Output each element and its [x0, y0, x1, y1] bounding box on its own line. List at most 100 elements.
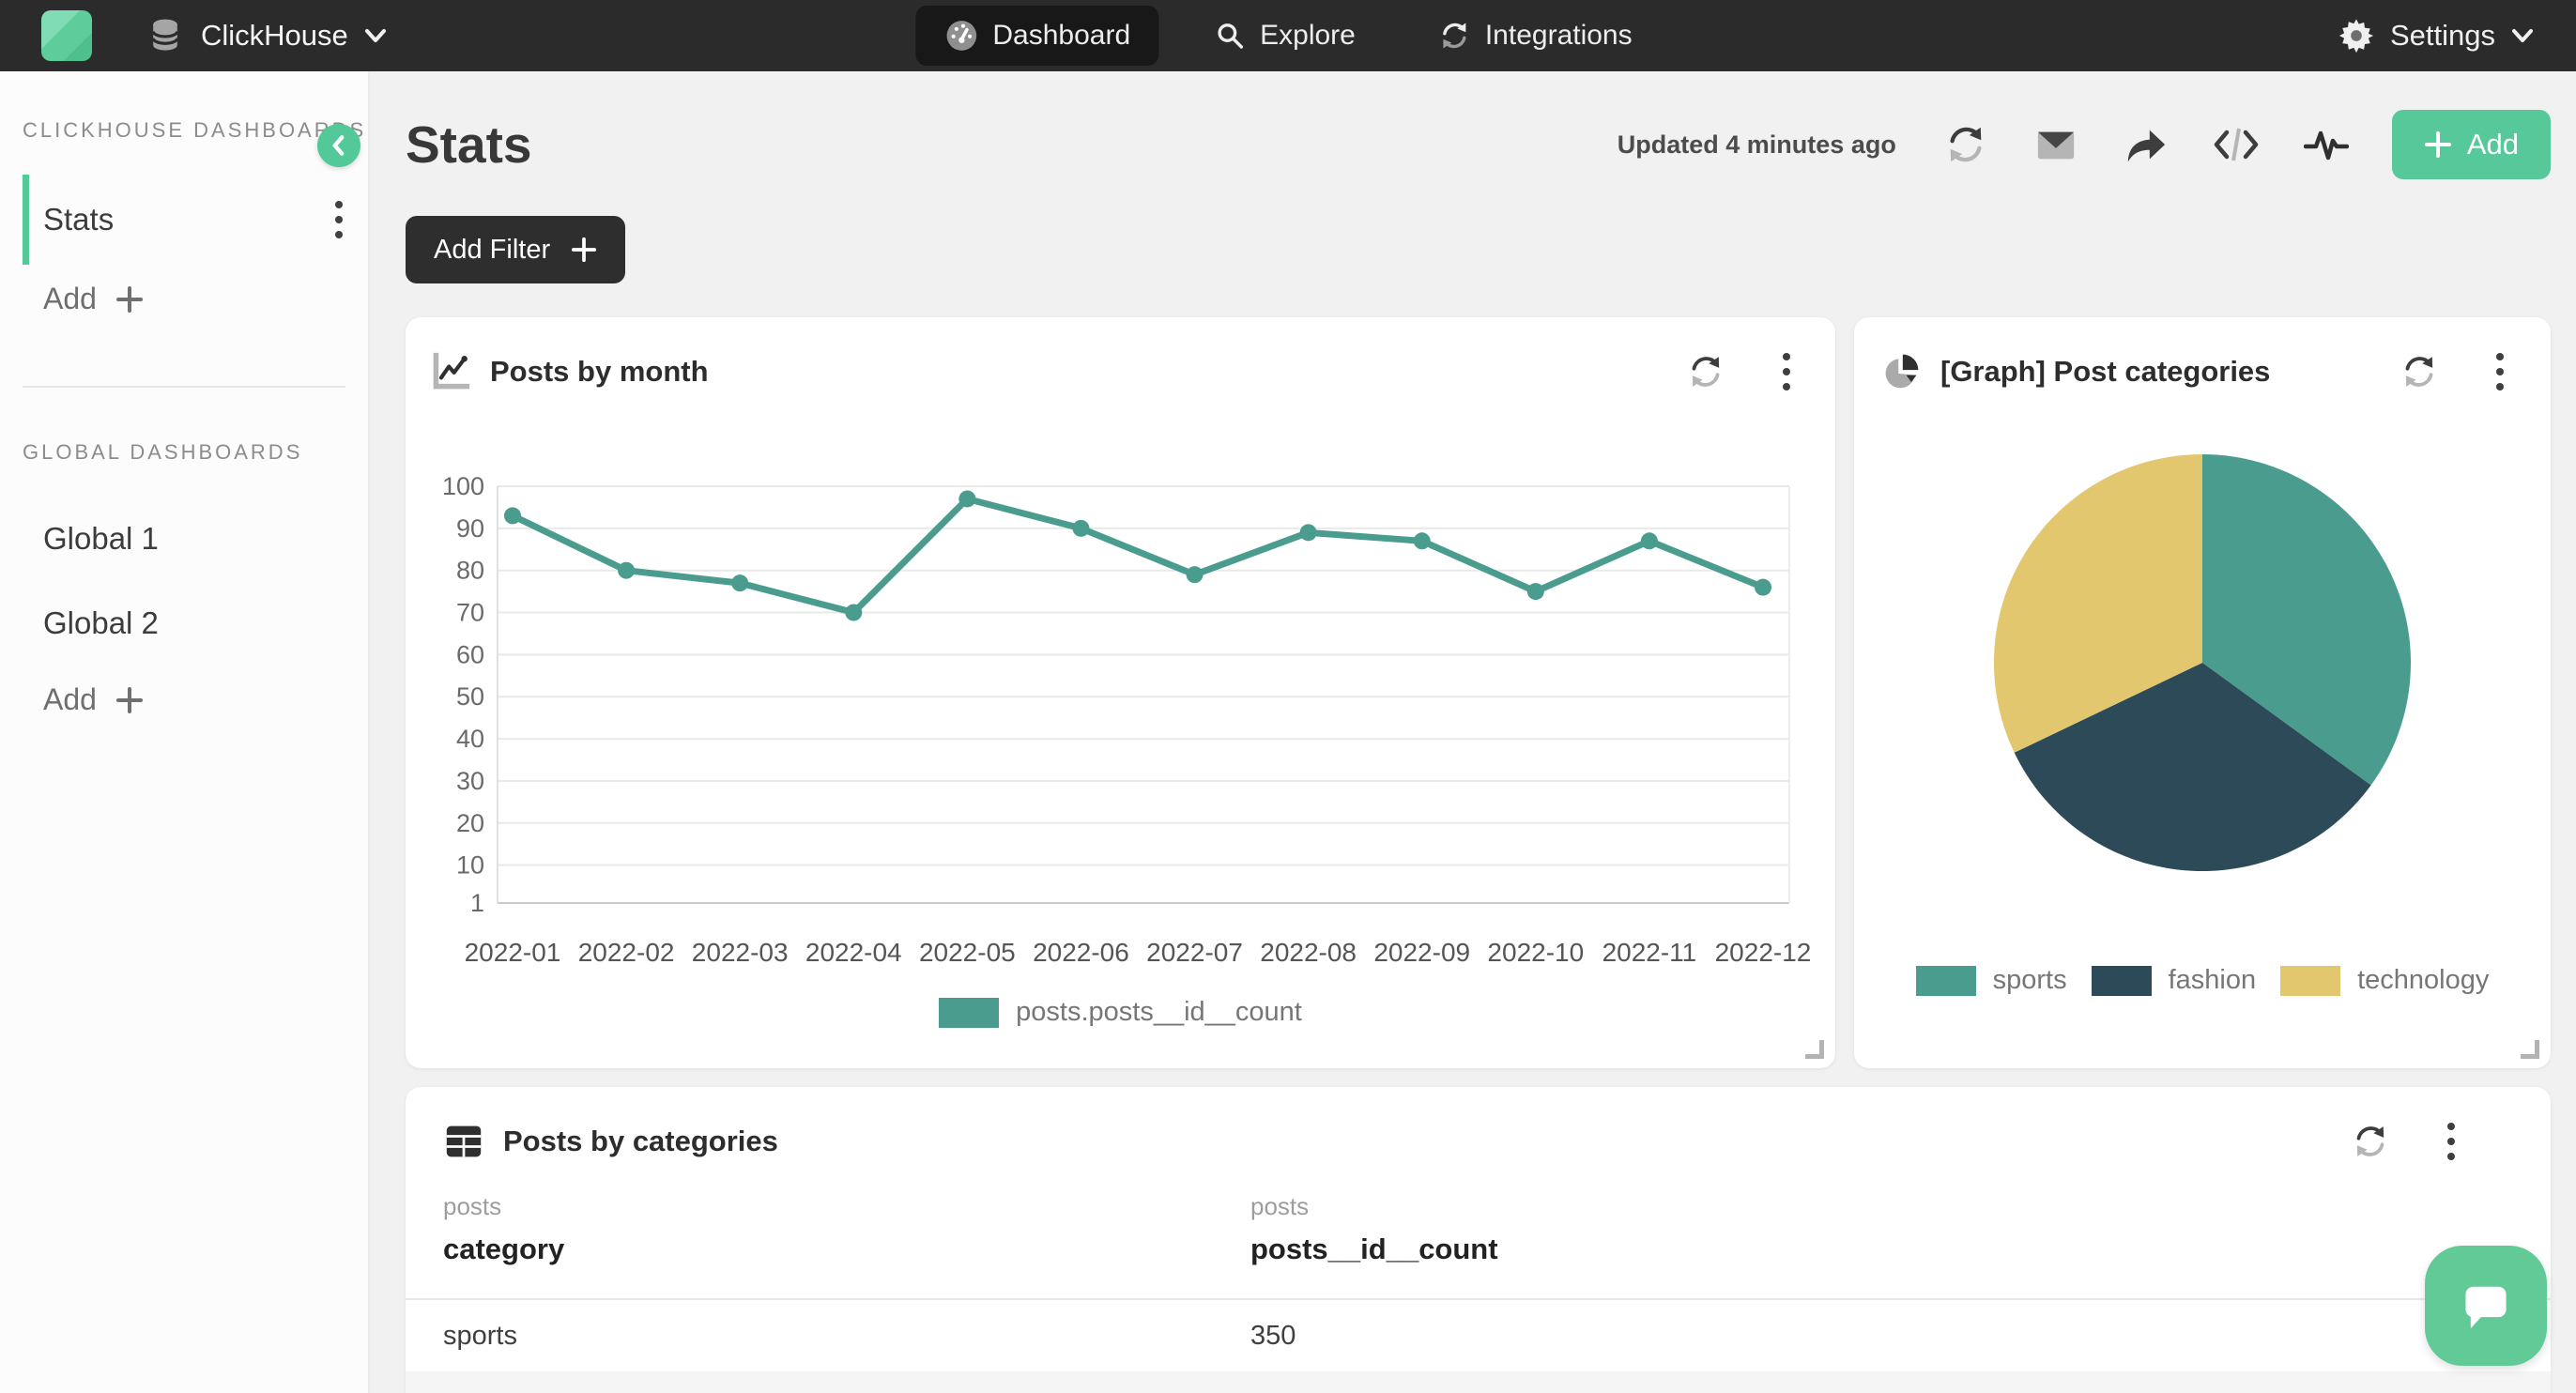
gauge-icon: [943, 18, 979, 54]
search-icon: [1213, 19, 1247, 53]
y-axis-tick: 40: [456, 725, 484, 753]
x-axis-tick: 2022-06: [1033, 938, 1129, 967]
kebab-menu-icon[interactable]: [1762, 347, 1811, 396]
legend-item-sports[interactable]: sports: [1916, 965, 2067, 996]
kebab-menu-icon[interactable]: [2427, 1117, 2476, 1166]
app-logo[interactable]: [41, 10, 92, 61]
tab-dashboard[interactable]: Dashboard: [915, 6, 1158, 66]
legend-item-posts-count[interactable]: posts.posts__id__count: [939, 997, 1302, 1028]
column-header-count[interactable]: posts__id__count: [1250, 1232, 2551, 1266]
tab-integrations[interactable]: Integrations: [1410, 6, 1661, 66]
data-point[interactable]: [504, 507, 521, 524]
sidebar-add-global-dashboard[interactable]: Add: [23, 666, 368, 734]
legend-swatch: [939, 998, 999, 1028]
email-icon[interactable]: [2032, 120, 2080, 169]
y-axis-tick: 70: [456, 599, 484, 627]
data-point[interactable]: [1414, 532, 1431, 549]
kebab-menu-icon[interactable]: [2476, 347, 2524, 396]
x-axis-tick: 2022-03: [692, 938, 789, 967]
sidebar-section-global: GLOBAL DASHBOARDS: [23, 440, 368, 465]
add-tile-button[interactable]: Add: [2392, 110, 2551, 179]
y-axis-tick: 100: [442, 472, 484, 500]
add-label: Add: [43, 682, 97, 717]
settings-menu[interactable]: Settings: [2338, 17, 2535, 54]
legend-item-technology[interactable]: technology: [2280, 965, 2489, 996]
data-point[interactable]: [618, 562, 635, 579]
sidebar-add-dashboard[interactable]: Add: [23, 265, 368, 333]
sidebar-section-clickhouse: CLICKHOUSE DASHBOARDS: [23, 118, 368, 143]
database-icon: [145, 15, 186, 56]
chat-bubble-icon: [2455, 1277, 2517, 1335]
y-axis-tick: 10: [456, 851, 484, 880]
tab-explore[interactable]: Explore: [1185, 6, 1384, 66]
add-filter-button[interactable]: Add Filter: [406, 216, 625, 283]
pie-chart-canvas[interactable]: [1880, 417, 2524, 927]
data-point[interactable]: [1300, 524, 1317, 541]
page-title: Stats: [406, 115, 532, 175]
y-axis-tick: 90: [456, 514, 484, 543]
sidebar-item-global-1[interactable]: Global 1: [23, 497, 368, 581]
table-cell-count: 350: [1213, 1321, 2551, 1352]
sidebar-item-label: Global 1: [43, 521, 159, 557]
y-axis-tick: 60: [456, 640, 484, 668]
sidebar-item-stats[interactable]: Stats: [23, 175, 368, 265]
data-point[interactable]: [731, 574, 748, 591]
chat-widget-button[interactable]: [2425, 1246, 2547, 1366]
dashboards-sidebar: CLICKHOUSE DASHBOARDS Stats Add GLOBAL D…: [0, 71, 370, 1393]
top-navigation-bar: ClickHouse Dashboard: [0, 0, 2576, 71]
line-chart-canvas[interactable]: 10090807060504030201012022-012022-022022…: [430, 443, 1811, 980]
line-chart-icon: [430, 351, 471, 392]
chevron-down-icon: [2510, 26, 2535, 45]
table-icon: [443, 1123, 484, 1160]
x-axis-tick: 2022-12: [1715, 938, 1811, 967]
refresh-tile-button[interactable]: [1681, 347, 1730, 396]
data-point[interactable]: [1072, 520, 1089, 537]
line-series: [513, 498, 1763, 612]
y-axis-tick: 30: [456, 767, 484, 795]
table-row: fashion 329: [406, 1371, 2551, 1393]
x-axis-tick: 2022-02: [578, 938, 675, 967]
data-point[interactable]: [1187, 566, 1204, 583]
x-axis-tick: 2022-04: [805, 938, 902, 967]
data-point[interactable]: [1527, 583, 1544, 600]
table-card: Posts by categories: [406, 1087, 2551, 1393]
data-point[interactable]: [1755, 579, 1771, 596]
x-axis-tick: 2022-10: [1487, 938, 1584, 967]
y-axis-tick: 50: [456, 682, 484, 711]
data-point[interactable]: [958, 490, 975, 507]
sidebar-item-global-2[interactable]: Global 2: [23, 581, 368, 666]
workspace-switcher[interactable]: ClickHouse: [145, 15, 388, 56]
embed-code-icon[interactable]: [2212, 120, 2261, 169]
sync-icon: [1438, 19, 1472, 53]
pie-legend: sports fashion technology: [1880, 965, 2524, 996]
activity-pulse-icon[interactable]: [2302, 120, 2351, 169]
refresh-tile-button[interactable]: [2395, 347, 2444, 396]
gear-icon: [2338, 17, 2375, 54]
kebab-menu-icon[interactable]: [334, 199, 344, 240]
legend-label: technology: [2357, 965, 2489, 996]
data-point[interactable]: [1641, 532, 1658, 549]
tile-resize-handle[interactable]: [2521, 1040, 2539, 1059]
add-filter-label: Add Filter: [434, 235, 550, 266]
refresh-tile-button[interactable]: [2346, 1117, 2395, 1166]
sidebar-collapse-button[interactable]: [317, 124, 360, 167]
data-point[interactable]: [845, 605, 862, 621]
legend-swatch: [2280, 966, 2340, 996]
plus-icon: [571, 237, 597, 263]
column-header-category[interactable]: category: [443, 1232, 1213, 1266]
tile-resize-handle[interactable]: [1805, 1040, 1824, 1059]
refresh-dashboard-button[interactable]: [1941, 120, 1990, 169]
legend-swatch: [1916, 966, 1976, 996]
legend-swatch: [2092, 966, 2152, 996]
pie-chart-icon: [1880, 351, 1922, 392]
x-axis-tick: 2022-09: [1373, 938, 1470, 967]
table-cell-category: sports: [406, 1321, 1213, 1352]
sidebar-item-label: Global 2: [43, 605, 159, 641]
share-icon[interactable]: [2122, 120, 2170, 169]
legend-item-fashion[interactable]: fashion: [2092, 965, 2257, 996]
x-axis-tick: 2022-01: [465, 938, 561, 967]
workspace-name: ClickHouse: [201, 19, 348, 53]
y-axis-tick: 20: [456, 809, 484, 837]
table-row: sports 350: [406, 1300, 2551, 1371]
x-axis-tick: 2022-07: [1146, 938, 1243, 967]
